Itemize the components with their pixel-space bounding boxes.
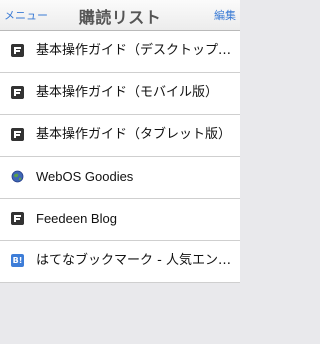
navigation-bar: メニュー 購読リスト 編集 [0, 0, 240, 31]
feedeen-icon [11, 128, 24, 141]
feed-item-webos-goodies[interactable]: WebOS Goodies [0, 157, 240, 199]
feed-item-label: 基本操作ガイド（タブレット版） [36, 127, 232, 142]
feed-item-hatena-bookmark[interactable]: B! はてなブックマーク - 人気エントリー [0, 241, 240, 283]
globe-icon [11, 170, 24, 183]
feed-item-tablet-guide[interactable]: 基本操作ガイド（タブレット版） [0, 115, 240, 157]
feed-item-label: 基本操作ガイド（モバイル版） [36, 85, 219, 100]
feed-item-feedeen-blog[interactable]: Feedeen Blog [0, 199, 240, 241]
feed-item-mobile-guide[interactable]: 基本操作ガイド（モバイル版） [0, 73, 240, 115]
feedeen-icon [11, 44, 24, 57]
feed-item-label: はてなブックマーク - 人気エントリー [36, 253, 240, 268]
page-title: 購読リスト [78, 8, 162, 27]
feedeen-icon [11, 212, 24, 225]
feed-item-desktop-guide[interactable]: 基本操作ガイド（デスクトップ版） [0, 31, 240, 73]
feed-list: 基本操作ガイド（デスクトップ版） 基本操作ガイド（モバイル版） 基本操作ガイド（… [0, 31, 240, 283]
feed-item-label: 基本操作ガイド（デスクトップ版） [36, 43, 240, 58]
feed-item-label: Feedeen Blog [36, 211, 117, 226]
feed-item-label: WebOS Goodies [36, 169, 134, 184]
hatena-bookmark-icon: B! [11, 254, 24, 267]
feedeen-icon [11, 86, 24, 99]
edit-button[interactable]: 編集 [214, 7, 236, 23]
